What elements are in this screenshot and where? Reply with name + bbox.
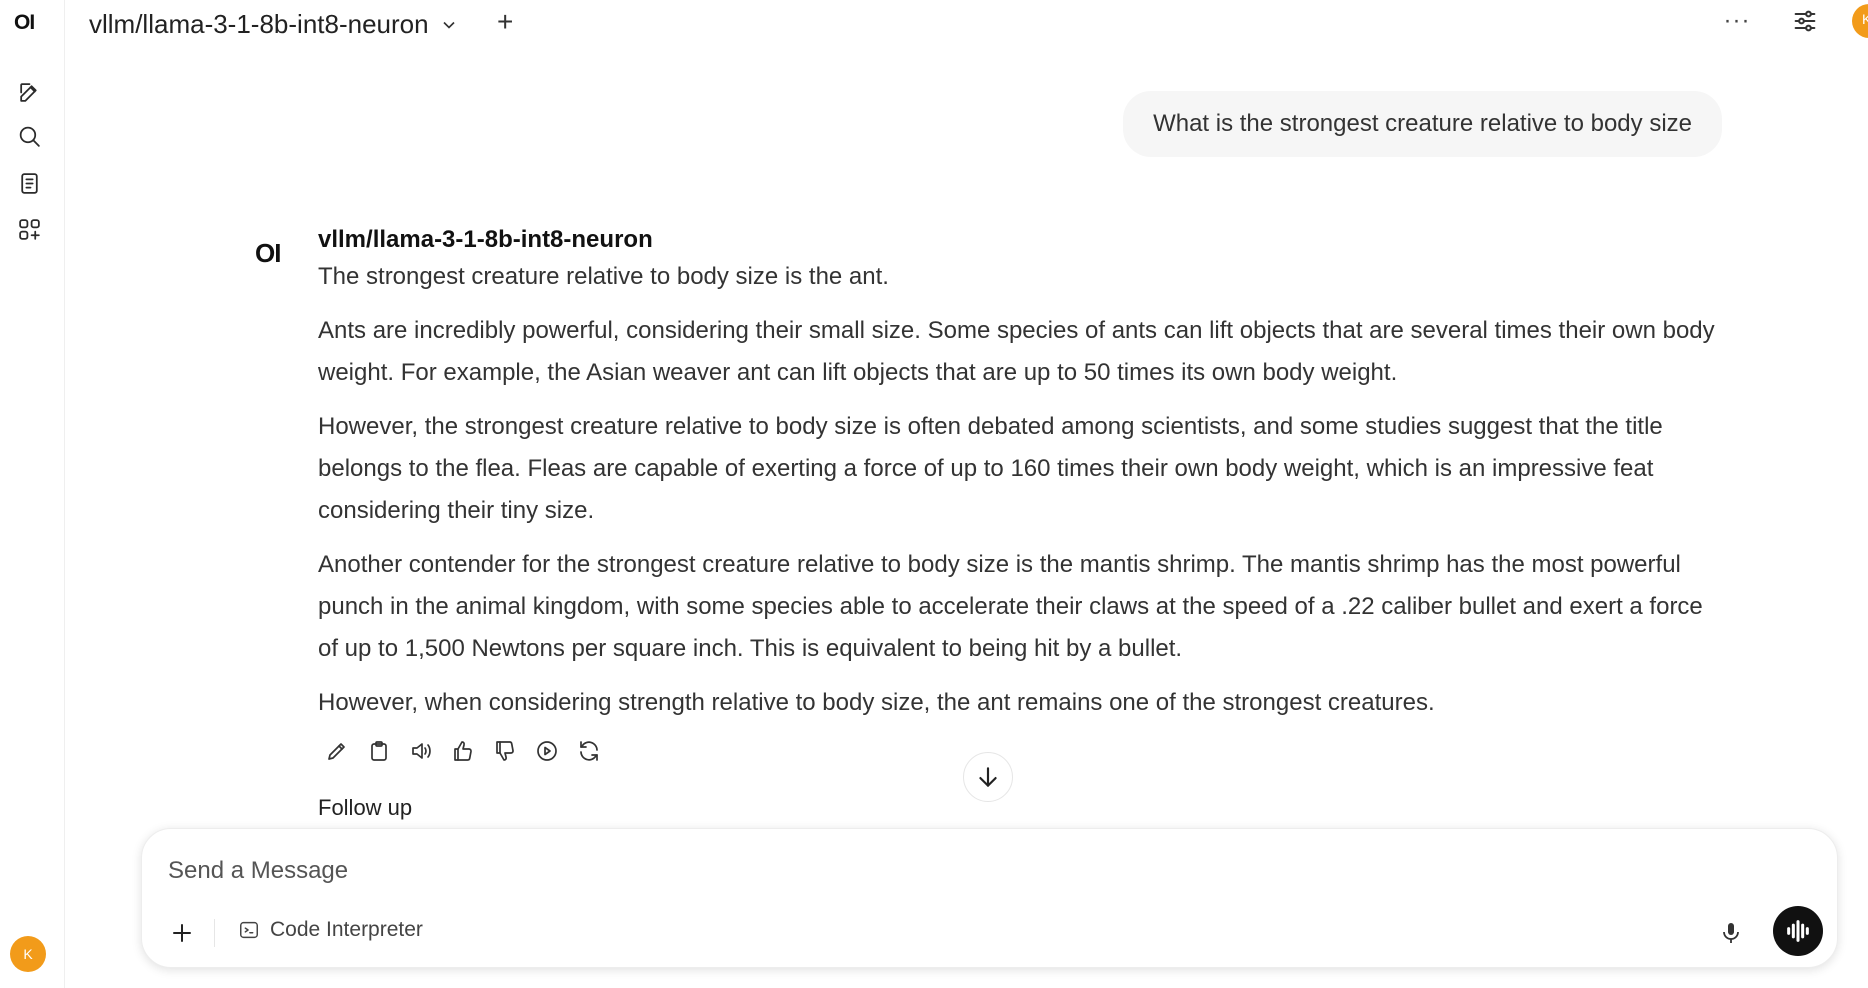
assistant-paragraph: Ants are incredibly powerful, considerin… xyxy=(318,317,1715,386)
notes-icon xyxy=(20,172,38,194)
add-model-button[interactable]: + xyxy=(497,6,513,38)
bad-response-button[interactable] xyxy=(490,733,520,769)
search-button[interactable] xyxy=(14,121,44,151)
message-input[interactable] xyxy=(168,851,1668,891)
assistant-paragraph: However, the strongest creature relative… xyxy=(318,413,1663,524)
code-interpreter-toggle[interactable]: Code Interpreter xyxy=(238,918,423,942)
voice-mode-button[interactable] xyxy=(1773,906,1823,956)
good-response-button[interactable] xyxy=(448,733,478,769)
new-chat-button[interactable] xyxy=(14,77,44,107)
message-actions xyxy=(322,733,604,769)
notes-button[interactable] xyxy=(14,168,44,198)
model-selector-label: vllm/llama-3-1-8b-int8-neuron xyxy=(89,9,429,39)
controls-button[interactable] xyxy=(1788,4,1822,38)
thumbs-down-icon xyxy=(496,741,514,761)
regenerate-button[interactable] xyxy=(574,733,604,769)
sidebar: OI K xyxy=(0,0,65,988)
assistant-paragraph: However, when considering strength relat… xyxy=(318,689,1435,716)
follow-up-heading: Follow up xyxy=(318,795,413,820)
audio-waveform-icon xyxy=(1787,920,1809,942)
workspace-button[interactable] xyxy=(14,214,44,244)
top-right-controls: ··· K xyxy=(1720,4,1868,38)
assistant-model-name: vllm/llama-3-1-8b-int8-neuron xyxy=(318,226,653,253)
app-logo[interactable]: OI xyxy=(14,11,35,35)
code-interpreter-label: Code Interpreter xyxy=(270,918,423,941)
sliders-icon xyxy=(1794,10,1816,32)
more-options-icon[interactable]: ··· xyxy=(1720,7,1754,35)
attach-button[interactable] xyxy=(164,915,200,951)
scroll-to-bottom-button[interactable] xyxy=(963,752,1013,802)
pencil-icon xyxy=(328,743,345,760)
arrow-down-icon xyxy=(979,767,997,787)
message-composer: Code Interpreter xyxy=(141,828,1838,968)
clipboard-icon xyxy=(371,741,387,761)
user-message-bubble: What is the strongest creature relative … xyxy=(1123,91,1722,157)
copy-button[interactable] xyxy=(364,733,394,769)
edit-button[interactable] xyxy=(322,733,352,769)
plus-icon xyxy=(173,924,191,942)
dictate-button[interactable] xyxy=(1713,915,1749,951)
play-circle-icon xyxy=(537,741,557,761)
toolbar-divider xyxy=(214,919,215,947)
terminal-icon xyxy=(240,921,258,939)
assistant-message: vllm/llama-3-1-8b-int8-neuron The strong… xyxy=(318,224,1723,724)
top-bar: vllm/llama-3-1-8b-int8-neuron + ··· K xyxy=(65,0,1868,44)
assistant-paragraph: Another contender for the strongest crea… xyxy=(318,551,1703,662)
microphone-icon xyxy=(1723,923,1739,943)
search-icon xyxy=(19,126,40,147)
chevron-down-icon xyxy=(442,21,455,29)
continue-response-button[interactable] xyxy=(532,733,562,769)
refresh-icon xyxy=(580,741,598,761)
read-aloud-button[interactable] xyxy=(406,733,436,769)
assistant-paragraph: The strongest creature relative to body … xyxy=(318,263,889,290)
thumbs-up-icon xyxy=(454,741,472,761)
user-avatar[interactable]: K xyxy=(10,936,46,972)
model-selector[interactable]: vllm/llama-3-1-8b-int8-neuron xyxy=(89,9,459,40)
pencil-square-icon xyxy=(19,82,37,102)
assistant-avatar: OI xyxy=(255,238,281,268)
apps-grid-icon xyxy=(18,218,40,240)
header-user-avatar[interactable]: K xyxy=(1852,4,1868,38)
speaker-icon xyxy=(412,743,431,759)
